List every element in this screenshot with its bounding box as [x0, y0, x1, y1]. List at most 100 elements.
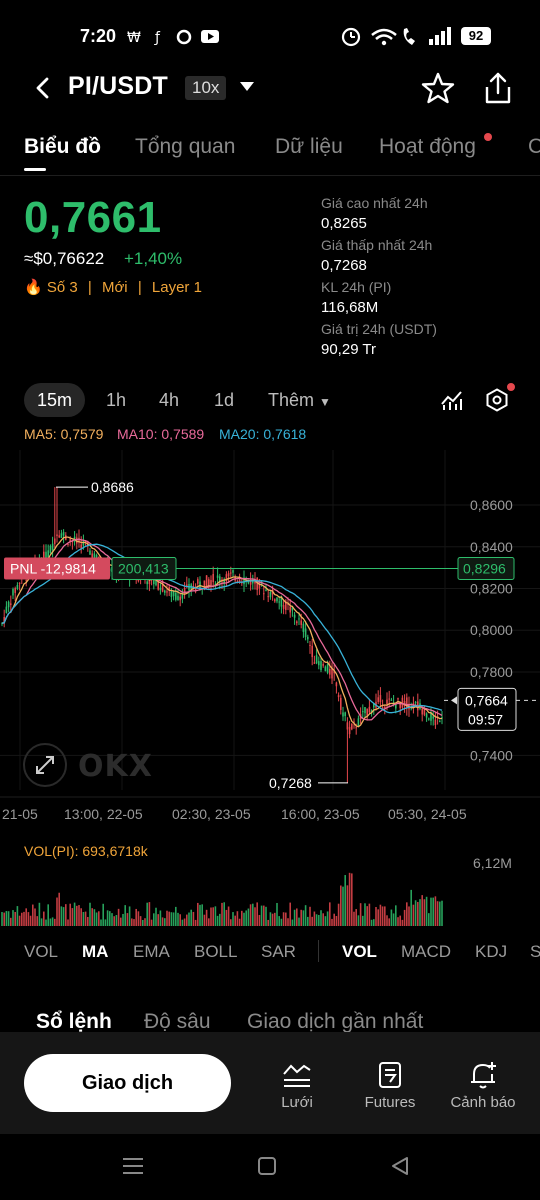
tab-more-partial[interactable]: C [528, 135, 540, 159]
tab-overview[interactable]: Tổng quan [135, 135, 235, 159]
timeframe-4h[interactable]: 4h [159, 390, 179, 411]
volume-bar [441, 900, 443, 926]
indicator-boll[interactable]: BOLL [194, 942, 237, 962]
notification-icons: ₩ ƒ [127, 29, 219, 46]
volume-bar [177, 912, 179, 926]
volume-bar [258, 914, 261, 926]
volume-bar [84, 911, 87, 926]
candle-body [212, 573, 214, 583]
volume-bar [109, 911, 111, 926]
volume-bar [368, 903, 371, 926]
volume-bar [91, 908, 93, 926]
volume-bar [373, 919, 375, 926]
candle-body [357, 718, 360, 727]
futures-label[interactable]: Futures [355, 1094, 425, 1111]
volume-bar [122, 913, 124, 926]
tab-recent-trades[interactable]: Giao dịch gần nhất [247, 1010, 423, 1034]
candle-body [300, 620, 302, 625]
share-icon[interactable] [482, 71, 514, 105]
volume-bar [364, 903, 366, 926]
recent-apps-icon[interactable] [122, 1156, 144, 1176]
volume-bar [362, 915, 364, 926]
indicator-sub-vol[interactable]: VOL [342, 942, 377, 962]
volume-bar [153, 913, 155, 926]
chart-settings-icon[interactable] [485, 388, 509, 412]
volume-bar [379, 904, 382, 926]
volume-bar [23, 911, 25, 926]
volume-bar [27, 912, 30, 926]
timeframe-more-label: Thêm [268, 390, 315, 410]
indicator-ema[interactable]: EMA [133, 942, 170, 962]
new-tag[interactable]: Mới [102, 279, 128, 296]
timeframe-1h[interactable]: 1h [106, 390, 126, 411]
timeframe-more[interactable]: Thêm ▼ [268, 390, 331, 411]
volume-bar [425, 896, 428, 926]
indicator-ma[interactable]: MA [82, 942, 108, 962]
rank-label[interactable]: Số 3 [47, 279, 78, 296]
tab-orderbook[interactable]: Sổ lệnh [36, 1010, 112, 1034]
indicator-sar[interactable]: SAR [261, 942, 296, 962]
back-arrow-icon[interactable] [30, 74, 58, 102]
candle-body [282, 605, 285, 609]
volume-bar [414, 900, 417, 926]
candle-body [309, 644, 311, 646]
grid-bot-icon[interactable] [282, 1060, 312, 1090]
volume-bar [366, 906, 368, 926]
volume-bar [150, 919, 153, 926]
back-nav-icon[interactable] [390, 1156, 410, 1176]
y-tick-label: 0,8000 [470, 622, 513, 638]
y-tick-label: 0,8600 [470, 497, 513, 513]
timeframe-1d[interactable]: 1d [214, 390, 234, 411]
low-marker-label: 0,7268 [269, 775, 312, 791]
indicator-vol[interactable]: VOL [24, 942, 58, 962]
tab-depth[interactable]: Độ sâu [144, 1010, 211, 1034]
tab-data[interactable]: Dữ liệu [275, 135, 343, 159]
volume-bar [256, 902, 258, 926]
futures-icon[interactable] [375, 1060, 405, 1090]
volume-bar [430, 897, 432, 926]
divider [0, 175, 540, 176]
current-price-pointer [451, 696, 457, 705]
volume-bar [421, 895, 423, 926]
tab-activity[interactable]: Hoạt động [379, 135, 476, 159]
volume-bar [120, 917, 122, 926]
price-chart[interactable]: OKX 0,8600 0,8400 0,8200 0,8000 0,7800 0,7400… [0, 440, 540, 830]
candle-body [276, 597, 278, 602]
candle-body [307, 636, 309, 640]
indicator-kdj[interactable]: KDJ [475, 942, 507, 962]
candle-body [172, 591, 175, 597]
system-nav-bar [0, 1134, 540, 1200]
divider [318, 940, 319, 962]
leverage-badge[interactable]: 10x [185, 76, 227, 100]
layer-tag[interactable]: Layer 1 [152, 279, 202, 296]
volume-bar [309, 906, 311, 926]
indicator-more-partial[interactable]: S [530, 942, 540, 962]
home-icon[interactable] [257, 1156, 277, 1176]
volume-bar [293, 909, 296, 926]
volume-bar [282, 912, 285, 926]
pair-title[interactable]: PI/USDT [68, 72, 168, 101]
svg-text:ƒ: ƒ [154, 30, 161, 46]
volume-bar [346, 885, 349, 926]
indicator-macd[interactable]: MACD [401, 942, 451, 962]
candle-body [384, 706, 386, 708]
caret-down-icon[interactable] [240, 82, 254, 92]
price-alert-icon[interactable] [468, 1060, 498, 1090]
volume-bar [172, 912, 175, 926]
volume-bar [183, 918, 186, 926]
alert-label[interactable]: Cảnh báo [443, 1094, 523, 1111]
candle-body [298, 618, 300, 620]
trade-button[interactable]: Giao dịch [24, 1054, 231, 1112]
candle-body [274, 599, 276, 602]
volume-bar [324, 916, 327, 926]
timeframe-15m[interactable]: 15m [37, 390, 72, 411]
volume-chart[interactable] [0, 860, 540, 926]
tab-chart[interactable]: Biểu đồ [24, 135, 101, 159]
candle-body [302, 623, 305, 632]
volume-bar [260, 905, 263, 926]
indicator-icon[interactable] [440, 388, 464, 412]
okx-logo: OKX [78, 749, 153, 784]
grid-label[interactable]: Lưới [267, 1094, 327, 1111]
favorite-star-icon[interactable] [421, 71, 455, 105]
candle-body [12, 589, 14, 596]
